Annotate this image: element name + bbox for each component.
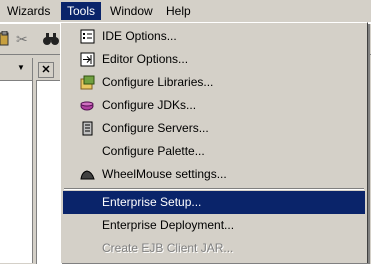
wheelmouse-icon	[80, 167, 95, 182]
editor-options-icon	[80, 52, 95, 67]
close-icon[interactable]: ✕	[38, 62, 54, 78]
menu-help[interactable]: Help	[160, 2, 197, 20]
menu-item-label: Configure JDKs...	[102, 98, 197, 112]
menu-item-label: Editor Options...	[102, 52, 189, 66]
menu-bar: Wizards Tools Window Help	[0, 0, 371, 23]
left-panel	[0, 58, 33, 263]
chevron-down-icon[interactable]: ▼	[17, 63, 25, 73]
menu-item-configure-servers[interactable]: Configure Servers...	[63, 117, 365, 140]
ide-options-icon	[80, 29, 95, 44]
menu-item-configure-palette[interactable]: Configure Palette...	[63, 140, 365, 163]
tools-menu: IDE Options... Editor Options... Configu…	[60, 22, 368, 263]
menu-item-ide-options[interactable]: IDE Options...	[63, 25, 365, 48]
configure-servers-icon	[80, 121, 95, 136]
menu-item-create-ejb-client-jar: Create EJB Client JAR...	[63, 237, 365, 260]
menu-item-editor-options[interactable]: Editor Options...	[63, 48, 365, 71]
menu-item-enterprise-deployment[interactable]: Enterprise Deployment...	[63, 214, 365, 237]
paste-icon[interactable]	[0, 30, 10, 50]
menu-window[interactable]: Window	[104, 2, 159, 20]
menu-item-label: Enterprise Deployment...	[102, 218, 235, 232]
find-icon[interactable]	[42, 31, 60, 50]
menu-item-label: Enterprise Setup...	[102, 195, 202, 209]
menu-item-configure-libraries[interactable]: Configure Libraries...	[63, 71, 365, 94]
menu-item-wheelmouse-settings[interactable]: WheelMouse settings...	[63, 163, 365, 186]
menu-item-label: WheelMouse settings...	[102, 167, 227, 181]
menu-separator	[64, 188, 364, 190]
editor-pane	[36, 80, 63, 264]
menu-item-configure-jdks[interactable]: Configure JDKs...	[63, 94, 365, 117]
menu-item-label: Create EJB Client JAR...	[102, 241, 234, 255]
configure-jdks-icon	[80, 98, 95, 113]
menu-wizards[interactable]: Wizards	[1, 2, 56, 20]
menu-item-label: Configure Palette...	[102, 144, 205, 158]
menu-item-label: Configure Servers...	[102, 121, 209, 135]
menu-tools[interactable]: Tools	[61, 2, 102, 20]
left-panel-header: ▼	[0, 58, 32, 81]
menu-item-label: IDE Options...	[102, 29, 177, 43]
menu-item-enterprise-setup[interactable]: Enterprise Setup...	[63, 191, 365, 214]
menu-item-label: Configure Libraries...	[102, 75, 214, 89]
configure-libraries-icon	[80, 75, 95, 90]
cut-icon[interactable]: ✂	[16, 31, 28, 47]
